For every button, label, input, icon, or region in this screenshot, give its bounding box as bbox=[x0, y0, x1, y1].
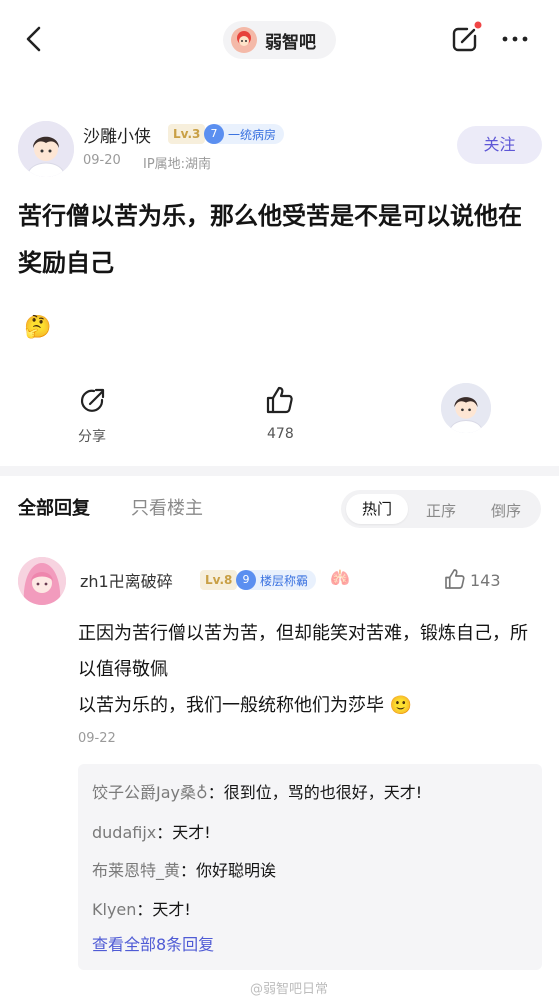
reply-item[interactable]: 布莱恩特_黄：你好聪明诶 bbox=[92, 857, 276, 881]
comment-text: 正因为苦行僧以苦为苦，但却能笑对苦难，锻炼自己，所以值得敬佩 以苦为乐的，我们一… bbox=[78, 623, 528, 716]
commenter-title-badge-level: 9 bbox=[236, 570, 256, 590]
sort-ascending[interactable]: 正序 bbox=[426, 500, 456, 521]
thinking-emoji: 🤔 bbox=[24, 315, 52, 340]
follow-button[interactable]: 关注 bbox=[457, 126, 542, 164]
reply-author[interactable]: dudafijx bbox=[92, 823, 156, 842]
reply-text: 天才! bbox=[152, 900, 191, 919]
edit-icon bbox=[452, 21, 482, 52]
commenter-name[interactable]: zh1卍离破碎 bbox=[80, 568, 173, 592]
watermark: @弱智吧日常 bbox=[250, 982, 329, 997]
title-badge: 7 一统病房 bbox=[204, 124, 285, 144]
post-title: 苦行僧以苦为乐，那么他受苦是不是可以说他在奖励自己 bbox=[18, 202, 522, 277]
reply-text: 你好聪明诶 bbox=[196, 861, 277, 880]
comment-date: 09-22 bbox=[78, 731, 116, 746]
tab-owner-only[interactable]: 只看楼主 bbox=[131, 494, 203, 520]
sort-hot[interactable]: 热门 bbox=[346, 494, 408, 524]
view-all-replies-link[interactable]: 查看全部8条回复 bbox=[92, 931, 214, 955]
author-name[interactable]: 沙雕小侠 bbox=[83, 122, 151, 147]
back-button[interactable] bbox=[18, 22, 52, 56]
forum-logo bbox=[231, 27, 257, 53]
thumbs-up-icon bbox=[445, 569, 465, 589]
commenter-title-badge-text: 楼层称霸 bbox=[260, 573, 309, 588]
commenter-title-badge: 9 楼层称霸 bbox=[236, 570, 317, 590]
post-ip-location: IP属地:湖南 bbox=[143, 157, 212, 172]
more-dots-icon bbox=[502, 36, 528, 42]
title-badge-level: 7 bbox=[204, 124, 224, 144]
share-icon bbox=[80, 388, 105, 412]
share-label: 分享 bbox=[78, 429, 106, 445]
thumbs-up-icon bbox=[266, 386, 293, 414]
commenter-level-badge: Lv.8 bbox=[200, 570, 238, 590]
liker-avatar[interactable] bbox=[441, 383, 491, 433]
tab-all-replies[interactable]: 全部回复 bbox=[18, 494, 90, 520]
author-avatar[interactable] bbox=[18, 121, 74, 177]
more-button[interactable] bbox=[498, 22, 532, 56]
reply-author[interactable]: Klyen bbox=[92, 900, 136, 919]
reply-item[interactable]: 饺子公爵Jay桑♁：很到位，骂的也很好，天才! bbox=[92, 779, 422, 803]
commenter-avatar[interactable] bbox=[18, 557, 66, 605]
reply-colon: ： bbox=[180, 861, 197, 880]
forum-pill[interactable]: 弱智吧 bbox=[223, 21, 336, 59]
chevron-left-icon bbox=[26, 26, 41, 52]
reply-item[interactable]: Klyen：天才! bbox=[92, 896, 191, 920]
post-date: 09-20 bbox=[83, 153, 121, 168]
lungs-icon: 🫁 bbox=[330, 568, 350, 587]
like-count: 478 bbox=[267, 426, 294, 442]
title-badge-text: 一统病房 bbox=[228, 127, 277, 142]
edit-button[interactable] bbox=[448, 20, 484, 56]
reply-list: 饺子公爵Jay桑♁：很到位，骂的也很好，天才! dudafijx：天才! 布莱恩… bbox=[78, 764, 542, 970]
reply-item[interactable]: dudafijx：天才! bbox=[92, 819, 211, 843]
section-divider bbox=[0, 466, 559, 476]
comment-like-count: 143 bbox=[470, 571, 501, 590]
sort-descending[interactable]: 倒序 bbox=[491, 500, 521, 521]
reply-colon: ： bbox=[207, 783, 224, 802]
reply-author[interactable]: 饺子公爵Jay桑♁ bbox=[92, 783, 208, 802]
reply-colon: ： bbox=[136, 900, 153, 919]
like-button[interactable] bbox=[264, 384, 296, 416]
reply-colon: ： bbox=[156, 823, 173, 842]
level-badge: Lv.3 bbox=[168, 124, 206, 144]
forum-name: 弱智吧 bbox=[265, 32, 316, 53]
reply-text: 很到位，骂的也很好，天才! bbox=[223, 783, 423, 802]
comment-like-button[interactable] bbox=[443, 567, 467, 591]
reply-text: 天才! bbox=[172, 823, 211, 842]
reply-author[interactable]: 布莱恩特_黄 bbox=[92, 861, 180, 880]
share-button[interactable] bbox=[78, 386, 108, 416]
